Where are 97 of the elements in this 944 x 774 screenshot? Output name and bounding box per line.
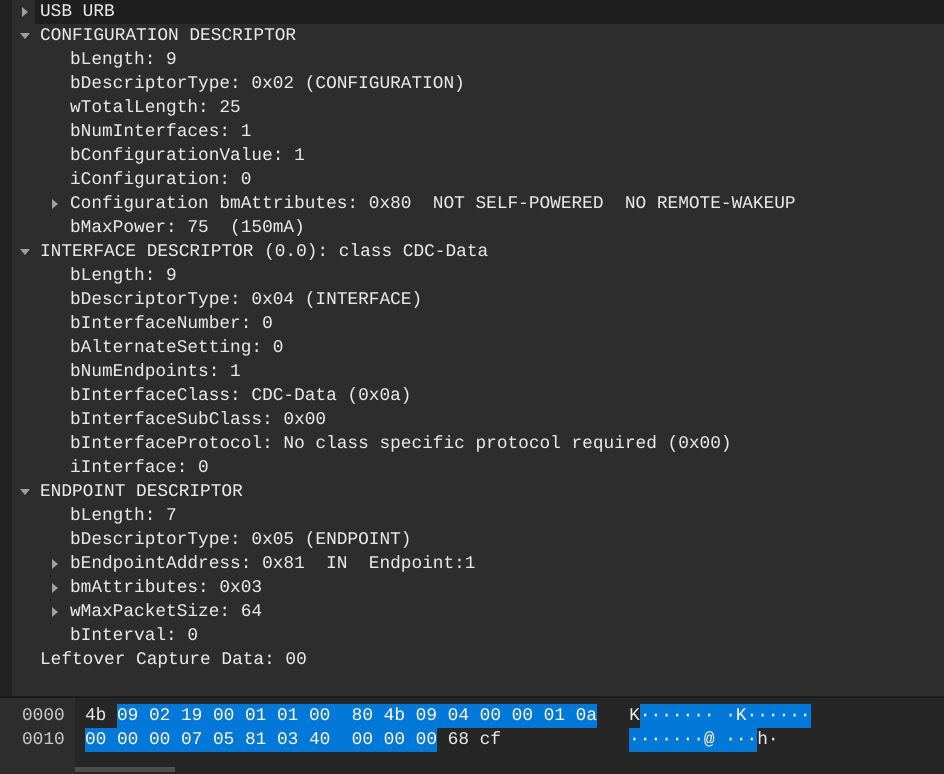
ascii-char[interactable]: ·	[746, 704, 758, 728]
tree-item[interactable]: USB URB	[35, 0, 944, 24]
hex-byte[interactable]: 00	[85, 728, 117, 752]
hex-byte[interactable]: 02	[149, 704, 181, 728]
hex-byte[interactable]: 00	[149, 728, 181, 752]
hex-byte[interactable]: 80	[352, 704, 384, 728]
ascii-char[interactable]: ·	[661, 704, 672, 728]
tree-item[interactable]: bDescriptorType: 0x02 (CONFIGURATION)	[65, 72, 470, 96]
tree-item[interactable]: bInterfaceClass: CDC-Data (0x0a)	[65, 384, 416, 408]
hex-byte[interactable]: cf	[480, 728, 502, 752]
hex-byte[interactable]: 00	[117, 728, 149, 752]
ascii-char[interactable]: ·	[640, 728, 651, 752]
hex-byte[interactable]: 19	[181, 704, 213, 728]
hex-byte[interactable]: 00	[309, 704, 352, 728]
ascii-char[interactable]: ·	[768, 728, 779, 752]
tree-item[interactable]: bMaxPower: 75 (150mA)	[65, 216, 310, 240]
hex-byte[interactable]: 00	[384, 728, 416, 752]
caret-down-icon[interactable]	[20, 33, 30, 39]
ascii-char[interactable]: ·	[672, 704, 683, 728]
ascii-char[interactable]: ·	[661, 728, 672, 752]
tree-item[interactable]: bInterfaceSubClass: 0x00	[65, 408, 332, 432]
tree-item[interactable]: bAlternateSetting: 0	[65, 336, 288, 360]
ascii-char[interactable]: ·	[800, 704, 811, 728]
hex-byte[interactable]: 09	[416, 704, 448, 728]
ascii-char[interactable]: ·	[704, 704, 726, 728]
tree-item[interactable]: bNumEndpoints: 1	[65, 360, 246, 384]
hex-byte[interactable]: 03	[277, 728, 309, 752]
scrollbar-thumb[interactable]	[75, 767, 175, 772]
tree-item[interactable]: ENDPOINT DESCRIPTOR	[35, 480, 248, 504]
tree-item[interactable]: bDescriptorType: 0x05 (ENDPOINT)	[65, 528, 416, 552]
ascii-char[interactable]: ·	[768, 704, 779, 728]
ascii-char[interactable]: ·	[682, 728, 694, 752]
caret-right-icon[interactable]	[52, 607, 58, 617]
ascii-char[interactable]: ·	[672, 728, 683, 752]
ascii-char[interactable]: ·	[725, 728, 736, 752]
ascii-char[interactable]: ·	[789, 704, 800, 728]
caret-right-icon[interactable]	[52, 583, 58, 593]
tree-item[interactable]: bLength: 7	[65, 504, 182, 528]
tree-item[interactable]: Configuration bmAttributes: 0x80 NOT SELF-POWERED NO REMOTE-WAKEUP	[65, 192, 801, 216]
tree-item[interactable]: iConfiguration: 0	[65, 168, 256, 192]
ascii-char[interactable]: ·	[757, 704, 768, 728]
offset-label: 0010	[22, 729, 65, 752]
caret-right-icon[interactable]	[22, 7, 28, 17]
ascii-char[interactable]: ·	[736, 728, 747, 752]
tree-item[interactable]: CONFIGURATION DESCRIPTOR	[35, 24, 302, 48]
ascii-char[interactable]: ·	[650, 704, 662, 728]
ascii-char[interactable]: ·	[693, 728, 704, 752]
hex-byte[interactable]: 05	[213, 728, 245, 752]
hex-byte[interactable]: 04	[448, 704, 480, 728]
hex-byte[interactable]: 01	[544, 704, 576, 728]
tree-item[interactable]: wMaxPacketSize: 64	[65, 600, 268, 624]
hex-byte[interactable]: 07	[181, 728, 213, 752]
ascii-char[interactable]: ·	[650, 728, 662, 752]
ascii-char[interactable]: ·	[640, 704, 651, 728]
ascii-char[interactable]: h	[757, 728, 768, 752]
hex-byte[interactable]: 4b	[384, 704, 416, 728]
ascii-char[interactable]: K	[736, 704, 747, 728]
hex-byte[interactable]: 09	[117, 704, 149, 728]
tree-item[interactable]: bNumInterfaces: 1	[65, 120, 256, 144]
tree-item[interactable]: bmAttributes: 0x03	[65, 576, 268, 600]
tree-item[interactable]: INTERFACE DESCRIPTOR (0.0): class CDC-Data	[35, 240, 494, 264]
caret-right-icon[interactable]	[52, 199, 58, 209]
hex-byte[interactable]: 00	[416, 728, 438, 752]
ascii-char[interactable]: ·	[629, 728, 640, 752]
tree-item[interactable]: bInterfaceProtocol: No class specific protocol required (0x00)	[65, 432, 737, 456]
hex-byte[interactable]: 68	[448, 728, 470, 752]
tree-item[interactable]: bInterval: 0	[65, 624, 204, 648]
caret-down-icon[interactable]	[20, 249, 30, 255]
ascii-char[interactable]: ·	[725, 704, 736, 728]
hex-byte[interactable]: 4b	[85, 704, 106, 728]
caret-down-icon[interactable]	[20, 489, 30, 495]
ascii-char[interactable]: ·	[693, 704, 704, 728]
hex-byte[interactable]: 01	[245, 704, 277, 728]
hex-byte[interactable]: 00	[213, 704, 245, 728]
tree-item[interactable]: iInterface: 0	[65, 456, 214, 480]
ascii-char[interactable]: K	[629, 704, 640, 728]
tree-item[interactable]: bInterfaceNumber: 0	[65, 312, 278, 336]
hex-byte[interactable]: 40	[309, 728, 352, 752]
tree-item[interactable]: wTotalLength: 25	[65, 96, 246, 120]
offset-label: 0000	[22, 705, 65, 728]
tree-item[interactable]: bLength: 9	[65, 48, 182, 72]
hex-byte[interactable]: 81	[245, 728, 277, 752]
tree-item[interactable]: bConfigurationValue: 1	[65, 144, 310, 168]
hex-byte[interactable]: 00	[512, 704, 544, 728]
tree-item[interactable]: bDescriptorType: 0x04 (INTERFACE)	[65, 288, 428, 312]
ascii-char[interactable]: @	[704, 728, 726, 752]
hex-byte[interactable]: 00	[480, 704, 512, 728]
tree-item[interactable]: bEndpointAddress: 0x81 IN Endpoint:1	[65, 552, 480, 576]
tree-item[interactable]: Leftover Capture Data: 00	[35, 648, 312, 672]
ascii-char[interactable]: ·	[778, 704, 790, 728]
hex-byte[interactable]: 01	[277, 704, 309, 728]
ascii-char[interactable]: ·	[682, 704, 694, 728]
hex-byte[interactable]: 0a	[576, 704, 598, 728]
ascii-char[interactable]: ·	[746, 728, 758, 752]
tree-item[interactable]: bLength: 9	[65, 264, 182, 288]
hex-byte[interactable]: 00	[352, 728, 384, 752]
caret-right-icon[interactable]	[52, 559, 58, 569]
